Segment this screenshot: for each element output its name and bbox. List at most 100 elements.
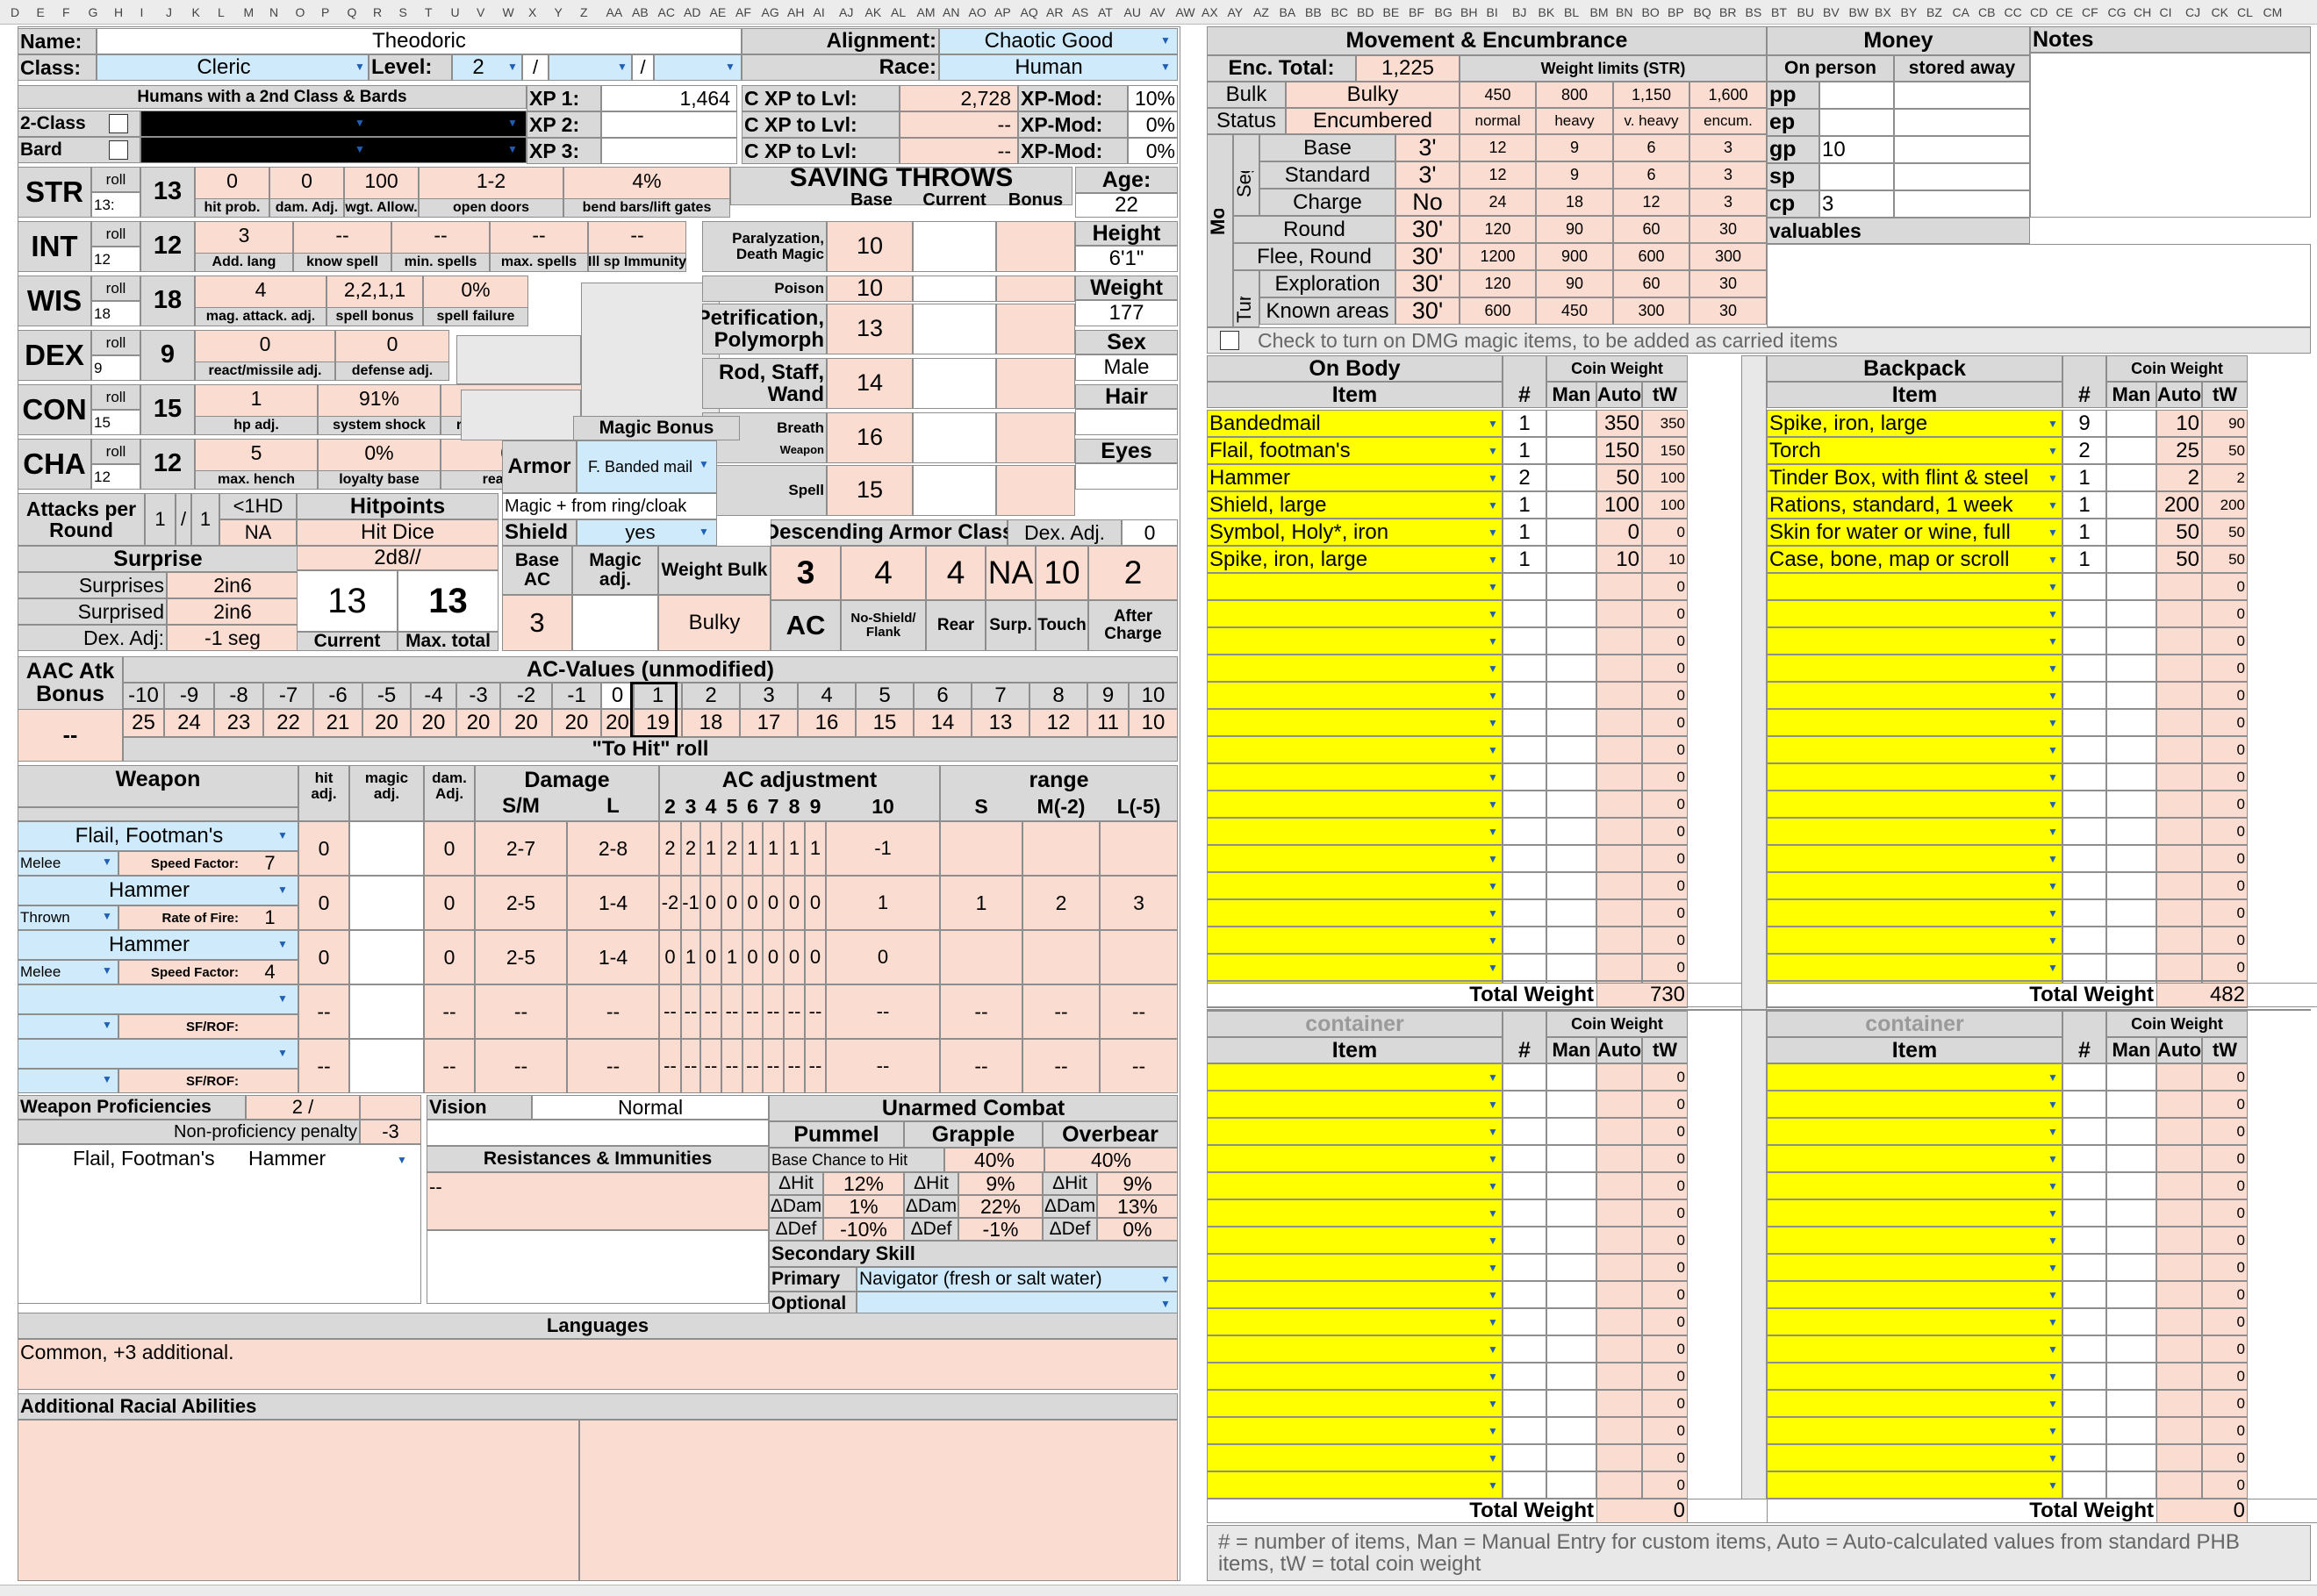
column-letter[interactable]: BU bbox=[1797, 5, 1814, 19]
column-letter[interactable]: BZ bbox=[1926, 5, 1942, 19]
item-dropdown-icon[interactable]: ▼ bbox=[2048, 582, 2058, 592]
item-man[interactable] bbox=[2106, 437, 2156, 464]
column-letter[interactable]: N bbox=[269, 5, 278, 19]
item-man[interactable] bbox=[2106, 791, 2156, 818]
column-letter[interactable]: BP bbox=[1668, 5, 1684, 19]
level3-dropdown-icon[interactable]: ▼ bbox=[725, 61, 735, 72]
item-dropdown-icon[interactable]: ▼ bbox=[2048, 1263, 2058, 1273]
item-dropdown-icon[interactable]: ▼ bbox=[1488, 1371, 1498, 1382]
item-man[interactable] bbox=[1546, 519, 1596, 546]
item-qty[interactable] bbox=[2062, 1063, 2106, 1091]
item-select[interactable] bbox=[1207, 763, 1503, 791]
item-qty[interactable] bbox=[2062, 1444, 2106, 1471]
roll-value-text[interactable]: 13: bbox=[91, 192, 140, 218]
item-select[interactable] bbox=[1207, 1444, 1503, 1471]
racial-value-2[interactable] bbox=[579, 1420, 1178, 1581]
column-letter[interactable]: BW bbox=[1849, 5, 1869, 19]
item-man[interactable] bbox=[1546, 954, 1596, 981]
item-select[interactable] bbox=[1207, 818, 1503, 845]
item-dropdown-icon[interactable]: ▼ bbox=[2048, 1072, 2058, 1083]
item-qty[interactable] bbox=[1503, 1118, 1546, 1145]
item-man[interactable] bbox=[2106, 410, 2156, 437]
item-dropdown-icon[interactable]: ▼ bbox=[2048, 1127, 2058, 1137]
item-select[interactable] bbox=[1207, 1281, 1503, 1308]
item-dropdown-icon[interactable]: ▼ bbox=[1488, 1480, 1498, 1491]
column-letter[interactable]: AL bbox=[891, 5, 906, 19]
item-qty[interactable] bbox=[1503, 845, 1546, 872]
item-name[interactable]: Spike, iron, large bbox=[1207, 546, 1485, 573]
item-man[interactable] bbox=[2106, 899, 2156, 927]
item-select[interactable] bbox=[1767, 1091, 2062, 1118]
column-letter[interactable]: CE bbox=[2056, 5, 2073, 19]
item-select[interactable] bbox=[1207, 655, 1503, 682]
item-qty[interactable] bbox=[1503, 791, 1546, 818]
roll-value-text[interactable]: 12 bbox=[91, 464, 140, 490]
roll-value-text[interactable]: 15 bbox=[91, 410, 140, 435]
item-qty[interactable] bbox=[2062, 709, 2106, 736]
item-qty[interactable] bbox=[2062, 872, 2106, 899]
item-man[interactable] bbox=[1546, 763, 1596, 791]
column-letter[interactable]: AF bbox=[735, 5, 751, 19]
item-qty[interactable] bbox=[1503, 818, 1546, 845]
item-qty[interactable] bbox=[2062, 655, 2106, 682]
column-letter[interactable]: E bbox=[37, 5, 45, 19]
coin-stored[interactable] bbox=[1894, 136, 2030, 163]
item-select[interactable] bbox=[1767, 845, 2062, 872]
column-letter[interactable]: O bbox=[296, 5, 305, 19]
item-dropdown-icon[interactable]: ▼ bbox=[1488, 1290, 1498, 1300]
label[interactable]: 177 bbox=[1075, 300, 1178, 326]
column-letter[interactable]: S bbox=[399, 5, 407, 19]
item-dropdown-icon[interactable]: ▼ bbox=[1488, 1263, 1498, 1273]
column-letter[interactable]: AT bbox=[1098, 5, 1113, 19]
item-qty[interactable] bbox=[2062, 1227, 2106, 1254]
item-dropdown-icon[interactable]: ▼ bbox=[1488, 963, 1498, 973]
item-dropdown-icon[interactable]: ▼ bbox=[2048, 527, 2058, 538]
save-current[interactable] bbox=[913, 465, 996, 516]
item-qty[interactable] bbox=[1503, 1227, 1546, 1254]
item-man[interactable] bbox=[1546, 437, 1596, 464]
roll-value-text[interactable]: 12 bbox=[91, 247, 140, 272]
item-select[interactable] bbox=[1207, 736, 1503, 763]
label[interactable]: 1 bbox=[1503, 491, 1546, 519]
column-letter[interactable]: CC bbox=[2005, 5, 2022, 19]
item-dropdown-icon[interactable]: ▼ bbox=[1488, 908, 1498, 919]
item-man[interactable] bbox=[1546, 1172, 1596, 1199]
item-qty[interactable] bbox=[1503, 1063, 1546, 1091]
alignment-dropdown-icon[interactable]: ▼ bbox=[1160, 35, 1171, 46]
column-letter[interactable]: Q bbox=[348, 5, 357, 19]
label[interactable] bbox=[1819, 109, 1894, 136]
item-dropdown-icon[interactable]: ▼ bbox=[1488, 1426, 1498, 1436]
item-select[interactable] bbox=[1767, 763, 2062, 791]
item-select[interactable] bbox=[1767, 627, 2062, 655]
column-letter[interactable]: AO bbox=[969, 5, 986, 19]
item-dropdown-icon[interactable]: ▼ bbox=[2048, 827, 2058, 837]
item-man[interactable] bbox=[2106, 491, 2156, 519]
racial-value-1[interactable] bbox=[18, 1420, 579, 1581]
item-dropdown-icon[interactable]: ▼ bbox=[2048, 745, 2058, 755]
item-dropdown-icon[interactable]: ▼ bbox=[1488, 935, 1498, 946]
item-man[interactable] bbox=[2106, 736, 2156, 763]
coin-stored[interactable] bbox=[1894, 190, 2030, 218]
item-dropdown-icon[interactable]: ▼ bbox=[1488, 419, 1498, 429]
item-man[interactable] bbox=[2106, 1063, 2156, 1091]
weapon-magic[interactable] bbox=[349, 984, 424, 1039]
column-letter[interactable]: Z bbox=[580, 5, 588, 19]
save-current[interactable] bbox=[913, 358, 996, 409]
weapon-type-dropdown-icon[interactable]: ▼ bbox=[102, 911, 112, 921]
item-dropdown-icon[interactable]: ▼ bbox=[2048, 555, 2058, 565]
item-select[interactable] bbox=[1767, 927, 2062, 954]
item-qty[interactable] bbox=[1503, 1172, 1546, 1199]
column-letter[interactable]: BC bbox=[1331, 5, 1348, 19]
column-letter[interactable]: R bbox=[373, 5, 382, 19]
item-man[interactable] bbox=[1546, 1281, 1596, 1308]
item-qty[interactable] bbox=[2062, 600, 2106, 627]
item-select[interactable] bbox=[1207, 1172, 1503, 1199]
item-select[interactable] bbox=[1207, 791, 1503, 818]
item-select[interactable] bbox=[1207, 1145, 1503, 1172]
item-qty[interactable] bbox=[1503, 1091, 1546, 1118]
item-dropdown-icon[interactable]: ▼ bbox=[1488, 1453, 1498, 1464]
item-qty[interactable] bbox=[1503, 1335, 1546, 1363]
column-letter[interactable]: CL bbox=[2237, 5, 2253, 19]
item-select[interactable] bbox=[1767, 954, 2062, 981]
column-letter[interactable]: AK bbox=[865, 5, 882, 19]
